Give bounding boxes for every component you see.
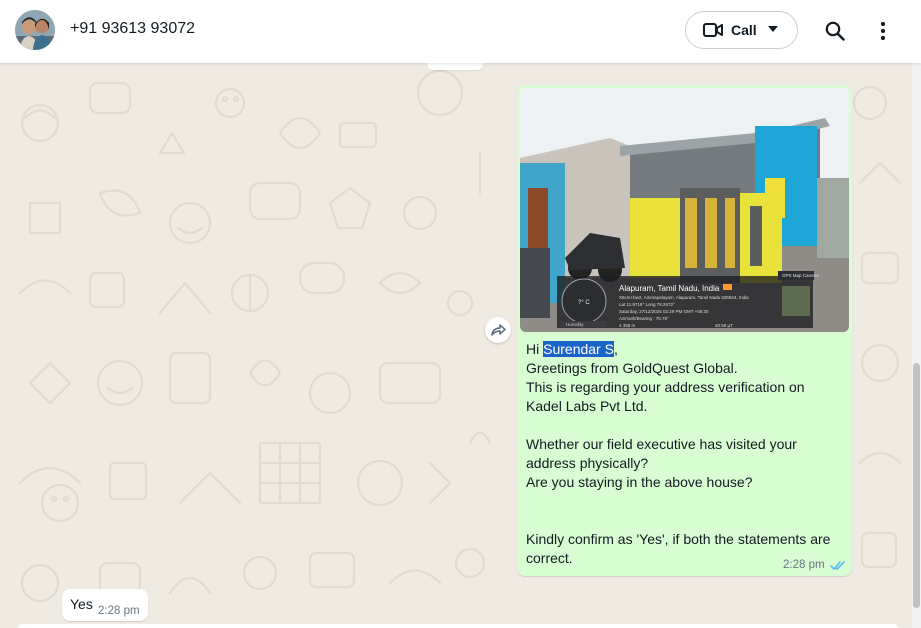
message-body: Greetings from GoldQuest Global. This is… — [526, 360, 831, 566]
house-photo[interactable]: ?° C Humidity Alapuram, Tamil Nadu, Indi… — [520, 88, 849, 332]
svg-text:GPS Map Camera: GPS Map Camera — [782, 273, 819, 278]
composer-edge — [18, 624, 898, 628]
menu-dots-icon[interactable] — [879, 21, 887, 41]
highlighted-name: Surendar S — [543, 341, 614, 357]
forward-icon — [491, 324, 506, 336]
forward-button[interactable] — [485, 317, 511, 343]
svg-text:Lat 11.9718° Long 78.2672°: Lat 11.9718° Long 78.2672° — [619, 302, 675, 307]
video-camera-icon — [703, 23, 723, 37]
svg-text:40.58 µT: 40.58 µT — [715, 323, 733, 328]
incoming-message-time: 2:28 pm — [98, 605, 140, 617]
outgoing-message-time: 2:28 pm — [783, 559, 825, 571]
call-button-label: Call — [731, 22, 757, 38]
search-icon[interactable] — [825, 21, 845, 41]
chat-scrollbar[interactable] — [912, 63, 921, 628]
chevron-down-icon — [768, 26, 778, 32]
call-button[interactable]: Call — [685, 11, 798, 49]
svg-text:X9cm+bw2, Ammapalayam, Alapura: X9cm+bw2, Ammapalayam, Alapuram, Tamil N… — [619, 295, 749, 300]
double-check-icon — [830, 561, 845, 571]
outgoing-message-text: Hi Surendar S, Greetings from GoldQuest … — [526, 340, 844, 568]
chat-header: +91 93613 93072 Call — [0, 0, 921, 63]
svg-text:Humidity: Humidity — [566, 322, 584, 327]
svg-text:Alapuram, Tamil Nadu, India: Alapuram, Tamil Nadu, India — [619, 284, 720, 293]
svg-text:4 358 m: 4 358 m — [619, 323, 636, 328]
incoming-message-text: Yes — [70, 596, 93, 612]
avatar[interactable] — [15, 10, 55, 50]
greeting-suffix: , — [613, 341, 618, 357]
svg-text:?° C: ?° C — [578, 300, 590, 306]
svg-text:Saturday, 27/12/2025 02:29 PM: Saturday, 27/12/2025 02:29 PM GMT +05:30 — [619, 309, 709, 314]
date-pill — [427, 63, 483, 70]
scrollbar-thumb[interactable] — [913, 363, 920, 608]
contact-name[interactable]: +91 93613 93072 — [70, 20, 195, 38]
greeting-prefix: Hi — [526, 341, 544, 357]
svg-text:Azimuth/Bearing : 76.75°: Azimuth/Bearing : 76.75° — [619, 316, 669, 321]
